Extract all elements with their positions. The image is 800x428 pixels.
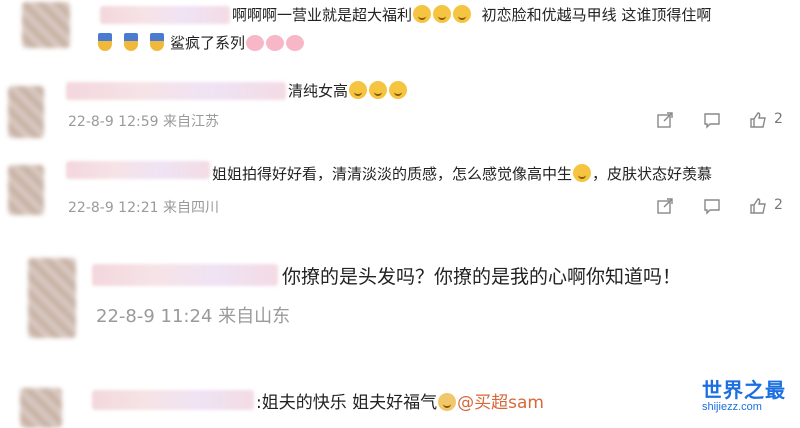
comment-meta: 22-8-9 12:59 来自江苏 [68, 111, 219, 131]
comment-meta: 22-8-9 11:24 来自山东 [96, 302, 290, 328]
username-blurred[interactable] [66, 161, 210, 179]
share-icon[interactable] [655, 196, 675, 216]
comment-location: 来自江苏 [162, 114, 219, 130]
comment-date: 22-8-9 11:24 [96, 306, 213, 327]
username-blurred[interactable] [66, 82, 286, 100]
cat-emoji-icon [438, 393, 457, 411]
avatar[interactable] [20, 388, 62, 428]
smile-emoji-icon [453, 5, 472, 23]
comment-text-line2: 鲨疯了系列 [92, 32, 305, 53]
medal-icon [98, 33, 112, 51]
medal-icon [124, 33, 138, 51]
bunny-emoji-icon [246, 35, 265, 51]
comment-text: 你撩的是头发吗？你撩的是我的心啊你知道吗！ [282, 266, 682, 288]
watermark: 世界之最 shijiezz.com [702, 374, 798, 413]
avatar[interactable] [22, 2, 70, 48]
bunny-emoji-icon [266, 35, 285, 51]
comment-location: 来自四川 [162, 200, 219, 216]
comment-text-part1: 啊啊啊一营业就是超大福利 [232, 6, 413, 24]
mention-link[interactable]: @买超sam [457, 393, 544, 413]
comment-text-part2: ，皮肤状态好羡慕 [592, 165, 713, 183]
comment-icon[interactable] [702, 110, 722, 130]
avatar[interactable] [28, 258, 76, 338]
comment-text-part2: 初恋脸和优越马甲线 这谁顶得住啊 [481, 6, 712, 24]
comment-date: 22-8-9 12:59 [68, 114, 159, 130]
username-blurred[interactable] [100, 6, 230, 24]
smile-emoji-icon [369, 81, 388, 99]
watermark-title: 世界之最 [702, 380, 786, 402]
comment-text-part1: 姐姐拍得好好看，清清淡淡的质感，怎么感觉像高中生 [212, 165, 573, 183]
comment-text-part1: :姐夫的快乐 姐夫好福气 [256, 393, 438, 413]
avatar[interactable] [8, 165, 44, 215]
crying-emoji-icon [573, 164, 592, 182]
like-icon[interactable] [748, 196, 768, 216]
comment-text: 清纯女高 [288, 80, 408, 101]
like-count: 2 [774, 111, 783, 127]
comment-text-body: 清纯女高 [288, 82, 349, 100]
comment-location: 来自山东 [218, 306, 291, 327]
comment-text: :姐夫的快乐 姐夫好福气 @买超sam [256, 388, 544, 413]
smile-emoji-icon [433, 5, 452, 23]
comment-meta: 22-8-9 12:21 来自四川 [68, 197, 219, 217]
bunny-emoji-icon [286, 35, 305, 51]
like-count: 2 [774, 197, 783, 213]
username-blurred[interactable] [92, 264, 278, 286]
comment-date: 22-8-9 12:21 [68, 200, 159, 216]
comment-text: 姐姐拍得好好看，清清淡淡的质感，怎么感觉像高中生 ，皮肤状态好羡慕 [212, 163, 712, 184]
smile-emoji-icon [389, 81, 408, 99]
like-icon[interactable] [748, 110, 768, 130]
medal-icon [150, 33, 164, 51]
comment-text-line2-label: 鲨疯了系列 [170, 34, 246, 52]
smile-emoji-icon [349, 81, 368, 99]
comment-text: 啊啊啊一营业就是超大福利 初恋脸和优越马甲线 这谁顶得住啊 [232, 4, 711, 25]
avatar[interactable] [8, 86, 44, 138]
username-blurred[interactable] [92, 390, 254, 410]
share-icon[interactable] [655, 110, 675, 130]
smile-emoji-icon [413, 5, 432, 23]
comment-icon[interactable] [702, 196, 722, 216]
